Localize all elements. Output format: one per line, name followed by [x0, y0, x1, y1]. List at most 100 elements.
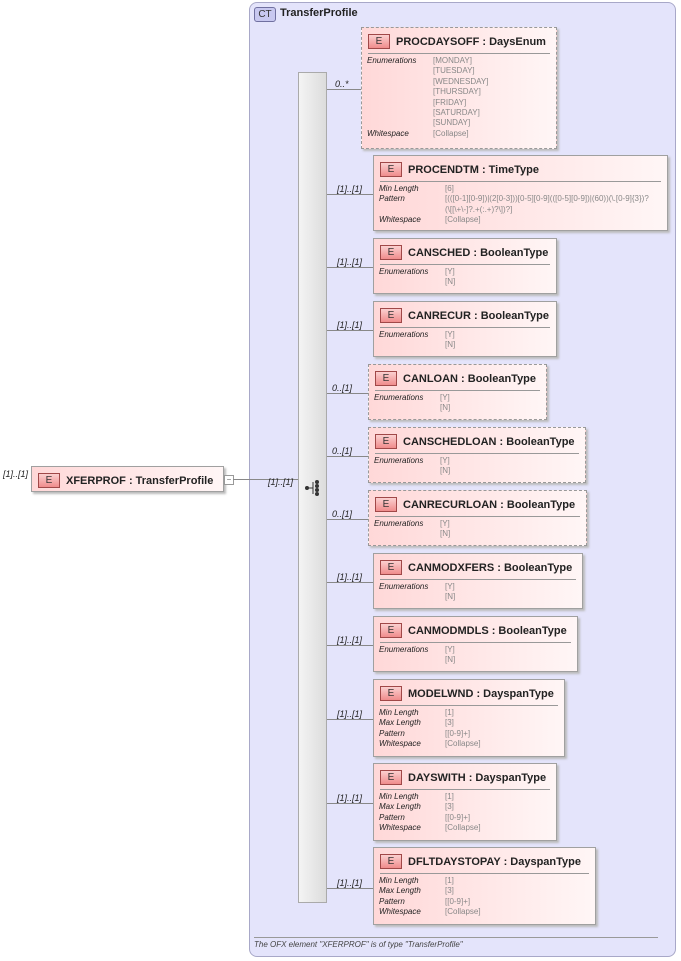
complex-type-title: TransferProfile	[280, 7, 358, 19]
facets: Enumerations [Y] [N]	[374, 456, 450, 477]
element-name: DFLTDAYSTOPAY : DayspanType	[408, 855, 581, 868]
facet-label: Pattern	[379, 194, 405, 204]
facet-label: Min Length	[379, 708, 419, 717]
root-element-xferprof[interactable]: E XFERPROF : TransferProfile	[31, 466, 224, 492]
element-name: CANMODXFERS : BooleanType	[408, 561, 573, 574]
connector-line	[327, 719, 373, 720]
facet-row: Min Length [1]	[379, 876, 481, 886]
facet-row: Enumerations [Y] [N]	[379, 645, 455, 666]
facets: Enumerations [Y] [N]	[379, 267, 455, 288]
facet-row: Enumerations [Y] [N]	[379, 330, 455, 351]
facets: Enumerations [Y] [N]	[379, 645, 455, 666]
facet-value: [WEDNESDAY]	[433, 76, 489, 86]
facet-label: Whitespace	[379, 215, 421, 225]
facet-value: [Collapse]	[433, 128, 469, 138]
facet-value: [Y]	[445, 330, 455, 339]
facet-value: [Y]	[440, 519, 450, 528]
element-box[interactable]: E CANLOAN : BooleanType Enumerations [Y] [N]	[368, 364, 547, 420]
element-badge: E	[380, 623, 402, 639]
facet-value: [SATURDAY]	[433, 108, 480, 118]
element-box[interactable]: E CANRECUR : BooleanType Enumerations [Y] [N…	[373, 301, 557, 357]
element-divider	[375, 453, 579, 454]
facet-row: Max Length [3]	[379, 718, 481, 728]
facet-label: Whitespace	[379, 907, 421, 917]
element-box[interactable]: E PROCENDTM : TimeType Min Length [6] Patter…	[373, 155, 668, 231]
element-box[interactable]: E CANSCHED : BooleanType Enumerations [Y] [N…	[373, 238, 557, 294]
facet-label: Pattern	[379, 812, 405, 822]
facet-row: Whitespace [Collapse]	[379, 823, 481, 833]
connector-line	[327, 89, 361, 90]
element-name: PROCDAYSOFF : DaysEnum	[396, 35, 546, 48]
facet-value: [[0-9]+]	[445, 728, 471, 738]
collapse-toggle[interactable]: −	[224, 475, 234, 485]
facet-label: Pattern	[379, 728, 405, 738]
element-name: CANRECURLOAN : BooleanType	[403, 498, 576, 511]
facet-value: [Collapse]	[445, 215, 481, 225]
element-box[interactable]: E DFLTDAYSTOPAY : DayspanType Min Length [1…	[373, 847, 596, 925]
element-divider	[368, 53, 550, 54]
element-divider	[380, 181, 661, 182]
connector-line	[327, 582, 373, 583]
facet-value: [6]	[445, 184, 454, 193]
facet-value: [Y]	[445, 582, 455, 591]
element-box[interactable]: E CANMODXFERS : BooleanType Enumerations [Y…	[373, 553, 583, 609]
facet-value: [Collapse]	[445, 907, 481, 917]
element-box[interactable]: E PROCDAYSOFF : DaysEnum Enumerations [MOND…	[361, 27, 557, 149]
facet-row: Whitespace [Collapse]	[379, 739, 481, 749]
facet-value: [MONDAY]	[433, 56, 472, 65]
facet-value: [Y]	[440, 456, 450, 465]
element-box[interactable]: E CANSCHEDLOAN : BooleanType Enumerations […	[368, 427, 586, 483]
element-box[interactable]: E DAYSWITH : DayspanType Min Length [1] Max …	[373, 763, 557, 841]
connector-line	[327, 456, 368, 457]
facet-value: [FRIDAY]	[433, 97, 467, 107]
element-badge: E	[380, 245, 402, 261]
multiplicity-label: 0..[1]	[332, 509, 353, 519]
element-badge: E	[380, 770, 402, 786]
facet-value: [3]	[445, 802, 454, 812]
element-divider	[380, 789, 550, 790]
facets: Min Length [1] Max Length [3] Pattern [[0-9]+…	[379, 792, 481, 834]
multiplicity-label: [1]..[1]	[337, 635, 363, 645]
facets: Enumerations [MONDAY] [TUESDAY] [WEDNESDAY]…	[367, 56, 488, 139]
element-name: CANSCHED : BooleanType	[408, 246, 549, 259]
element-badge: E	[38, 473, 60, 489]
facet-label: Pattern	[379, 896, 405, 906]
element-name: MODELWND : DayspanType	[408, 687, 554, 700]
element-badge: E	[375, 434, 397, 450]
element-divider	[380, 264, 550, 265]
multiplicity-label: [1]..[1]	[337, 184, 363, 194]
element-badge: E	[368, 34, 390, 50]
root-multiplicity: [1]..[1]	[3, 469, 29, 479]
connector-line	[327, 194, 373, 195]
multiplicity-label: 0..*	[335, 79, 349, 89]
facet-value: [THURSDAY]	[433, 87, 481, 97]
element-name: XFERPROF : TransferProfile	[66, 474, 214, 487]
sequence-multiplicity: [1]..[1]	[268, 477, 294, 487]
footer-divider	[254, 937, 658, 938]
facet-label: Enumerations	[379, 267, 429, 276]
multiplicity-label: [1]..[1]	[337, 709, 363, 719]
facet-label: Enumerations	[367, 56, 417, 65]
element-box[interactable]: E MODELWND : DayspanType Min Length [1] Max …	[373, 679, 565, 757]
element-box[interactable]: E CANMODMDLS : BooleanType Enumerations [Y]…	[373, 616, 578, 672]
element-badge: E	[380, 854, 402, 870]
facet-value: [3]	[445, 886, 454, 896]
complex-type-badge: CT	[254, 7, 276, 22]
facet-label: Whitespace	[379, 823, 421, 833]
facet-value: [N]	[445, 340, 456, 350]
connector-line	[327, 393, 368, 394]
facet-label: Max Length	[379, 886, 421, 896]
facets: Enumerations [Y] [N]	[379, 330, 455, 351]
facet-value: [[0-9]+]	[445, 812, 471, 822]
connector-line	[327, 330, 373, 331]
element-name: DAYSWITH : DayspanType	[408, 771, 547, 784]
facet-value: (\[[\+\-]?.+(:.+)?\])?]	[445, 204, 513, 214]
facet-label: Min Length	[379, 792, 419, 801]
connector-line	[327, 888, 373, 889]
facet-value: [[0-9]+]	[445, 896, 471, 906]
facet-row: Enumerations [Y] [N]	[374, 519, 450, 540]
element-name: CANRECUR : BooleanType	[408, 309, 549, 322]
multiplicity-label: [1]..[1]	[337, 878, 363, 888]
element-box[interactable]: E CANRECURLOAN : BooleanType Enumerations […	[368, 490, 587, 546]
element-badge: E	[375, 497, 397, 513]
